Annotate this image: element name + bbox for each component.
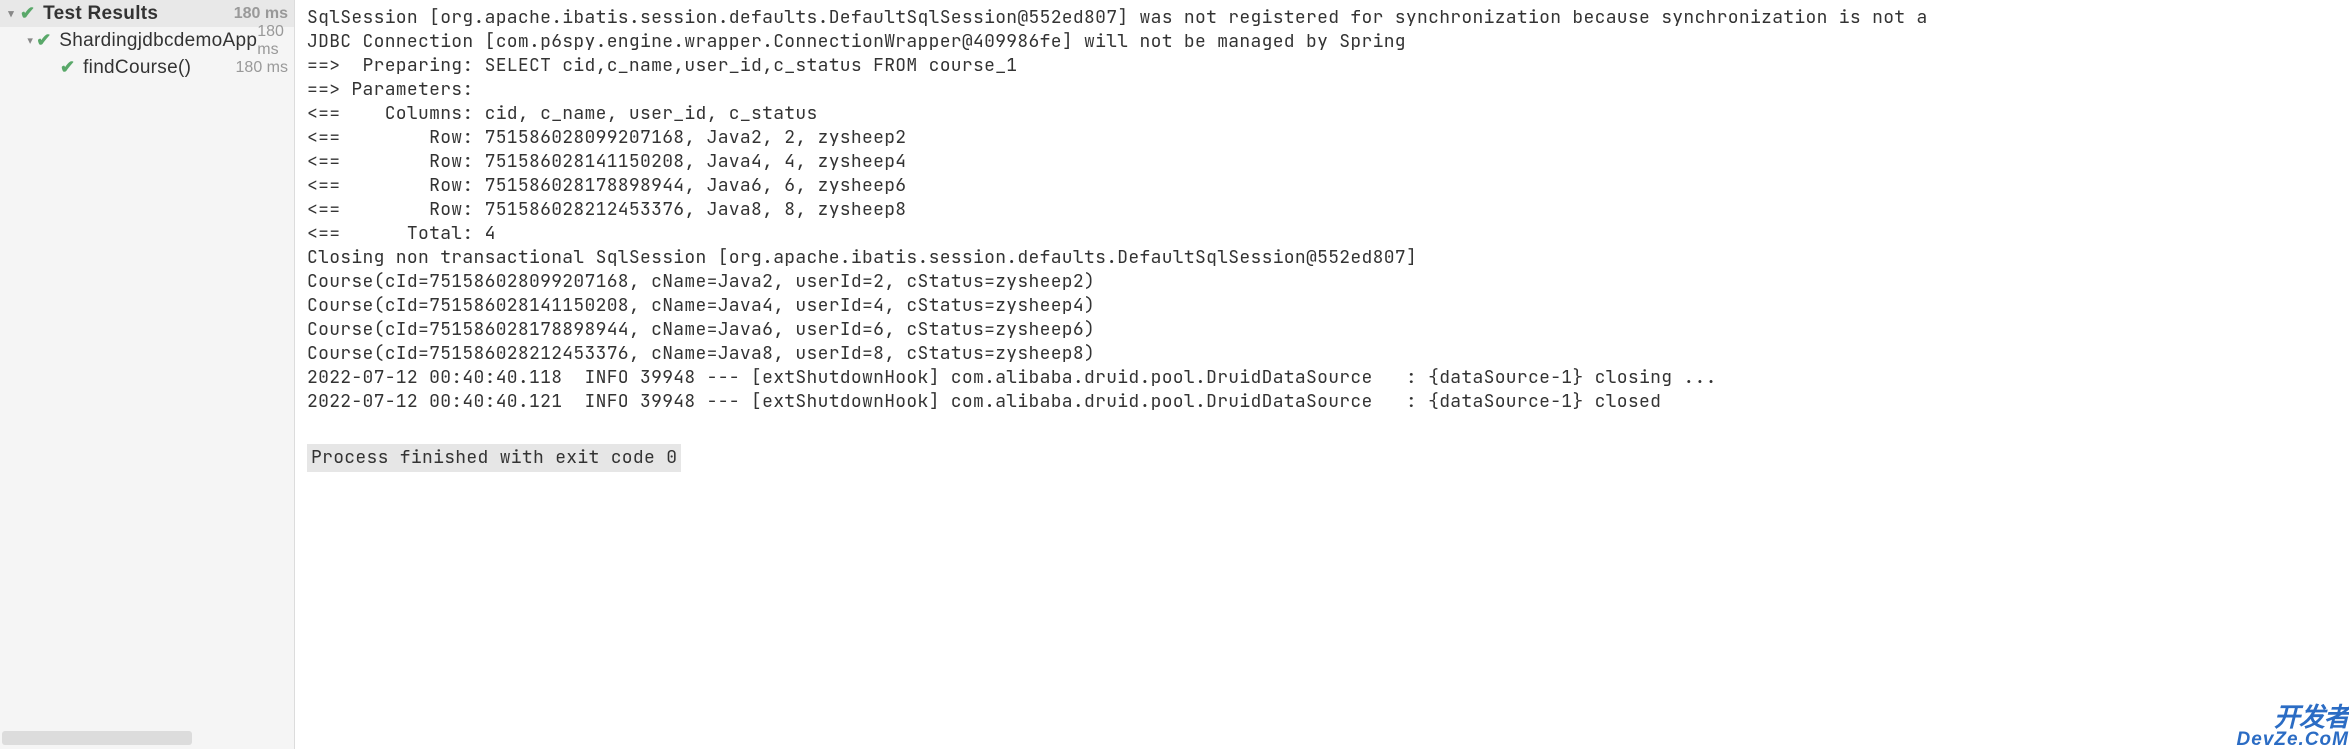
chevron-down-icon[interactable]: ▾ — [26, 34, 34, 47]
test-node-label: ShardingjdbcdemoApp — [59, 30, 257, 52]
console-line: JDBC Connection [com.p6spy.engine.wrappe… — [307, 30, 2349, 54]
test-results-sidebar: ▾ ✔ Test Results 180 ms ▾ ✔ Shardingjdbc… — [0, 0, 295, 749]
test-results-header[interactable]: ▾ ✔ Test Results 180 ms — [0, 0, 294, 27]
test-node-label: findCourse() — [83, 57, 235, 79]
horizontal-scrollbar[interactable] — [2, 731, 192, 745]
exit-code-line: Process finished with exit code 0 — [307, 414, 2349, 472]
console-line: <== Row: 751586028212453376, Java8, 8, z… — [307, 198, 2349, 222]
console-line: Course(cId=751586028099207168, cName=Jav… — [307, 270, 2349, 294]
console-line: <== Row: 751586028178898944, Java6, 6, z… — [307, 174, 2349, 198]
watermark: 开发者 DevZe.CoM — [2237, 704, 2349, 749]
console-line: Course(cId=751586028212453376, cName=Jav… — [307, 342, 2349, 366]
test-node-time: 180 ms — [236, 59, 288, 77]
check-icon: ✔ — [36, 30, 51, 51]
console-line: Course(cId=751586028141150208, cName=Jav… — [307, 294, 2349, 318]
test-results-time: 180 ms — [234, 5, 288, 23]
chevron-down-icon[interactable]: ▾ — [4, 7, 18, 20]
console-output[interactable]: SqlSession [org.apache.ibatis.session.de… — [295, 0, 2349, 749]
check-icon: ✔ — [20, 3, 35, 24]
exit-code-text: Process finished with exit code 0 — [307, 444, 681, 472]
console-line: <== Columns: cid, c_name, user_id, c_sta… — [307, 102, 2349, 126]
console-line: Closing non transactional SqlSession [or… — [307, 246, 2349, 270]
console-line: 2022-07-12 00:40:40.118 INFO 39948 --- [… — [307, 366, 2349, 390]
console-line: <== Row: 751586028099207168, Java2, 2, z… — [307, 126, 2349, 150]
test-node-app[interactable]: ▾ ✔ ShardingjdbcdemoApp 180 ms — [0, 27, 294, 54]
console-line: <== Total: 4 — [307, 222, 2349, 246]
check-icon: ✔ — [60, 57, 75, 78]
watermark-line2: DevZe.CoM — [2237, 730, 2349, 749]
console-line: SqlSession [org.apache.ibatis.session.de… — [307, 6, 2349, 30]
console-line: ==> Preparing: SELECT cid,c_name,user_id… — [307, 54, 2349, 78]
watermark-line1: 开发者 — [2237, 704, 2349, 730]
console-line: Course(cId=751586028178898944, cName=Jav… — [307, 318, 2349, 342]
test-node-method[interactable]: ✔ findCourse() 180 ms — [0, 54, 294, 81]
test-node-time: 180 ms — [257, 23, 288, 59]
console-line: <== Row: 751586028141150208, Java4, 4, z… — [307, 150, 2349, 174]
console-line: ==> Parameters: — [307, 78, 2349, 102]
console-line: 2022-07-12 00:40:40.121 INFO 39948 --- [… — [307, 390, 2349, 414]
test-results-label: Test Results — [43, 3, 234, 25]
